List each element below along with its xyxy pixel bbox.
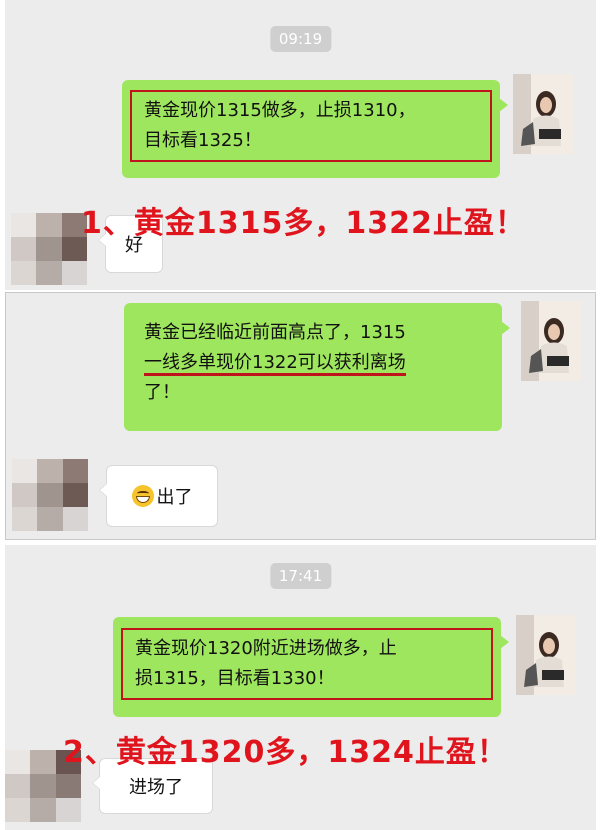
timestamp: 17:41 [269,563,332,589]
receiver-avatar[interactable] [11,213,87,285]
timestamp: 09:19 [269,26,332,52]
message-line: 黄金现价1315做多，止损1310， [144,100,416,121]
receiver-avatar[interactable] [12,459,88,531]
message-line: 黄金现价1320附近进场做多，止 [135,638,397,659]
highlight-box: 黄金现价1315做多，止损1310， 目标看1325！ [130,90,492,162]
annotation-2: 2、黄金1320多，1324止盈！ [63,735,508,770]
message-line: 目标看1325！ [144,130,262,151]
received-message-bubble[interactable]: 出了 [99,465,218,527]
annotation-1: 1、黄金1315多，1322止盈！ [81,206,526,241]
highlight-box: 黄金现价1320附近进场做多，止 损1315，目标看1330！ [121,628,493,700]
chat-panel-3: 17:41 黄金现价1320附近进场做多，止 损1315，目标看1330！ 进场… [5,545,596,830]
message-text: 进场了 [129,777,183,798]
sent-message-bubble[interactable]: 黄金现价1315做多，止损1310， 目标看1325！ [122,80,508,178]
message-text: 出了 [156,487,193,508]
chat-panel-2: 黄金已经临近前面高点了，1315 一线多单现价1322可以获利离场 了！ 出了 [5,292,596,540]
sender-avatar[interactable] [516,615,576,695]
sender-avatar[interactable] [521,301,581,381]
sent-message-bubble[interactable]: 黄金已经临近前面高点了，1315 一线多单现价1322可以获利离场 了！ [124,303,510,431]
message-line: 了！ [144,382,180,403]
grin-emoji-icon [131,485,154,507]
sender-avatar[interactable] [513,74,573,154]
chat-panel-1: 09:19 黄金现价1315做多，止损1310， 目标看1325！ 好 1、黄金… [5,0,596,290]
message-line: 损1315，目标看1330！ [135,668,335,689]
sent-message-bubble[interactable]: 黄金现价1320附近进场做多，止 损1315，目标看1330！ [113,617,509,717]
underlined-line: 一线多单现价1322可以获利离场 [144,352,406,376]
message-line: 黄金已经临近前面高点了，1315 [144,322,406,343]
